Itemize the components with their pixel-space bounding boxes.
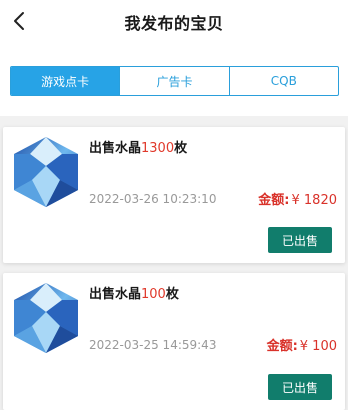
tab-ad-card[interactable]: 广告卡 [119, 67, 228, 95]
listing-card[interactable]: 出售水晶1300枚 2022-03-26 10:23:10 金额: ¥ 1820 … [3, 127, 345, 263]
tab-game-card[interactable]: 游戏点卡 [11, 67, 120, 95]
tab-cqb[interactable]: CQB [228, 67, 338, 95]
listing-date: 2022-03-25 14:59:43 [89, 338, 217, 352]
sold-status-button[interactable]: 已出售 [268, 374, 332, 400]
listing-card[interactable]: 出售水晶100枚 2022-03-25 14:59:43 金额: ¥ 100 已出… [3, 273, 345, 410]
crystal-image [14, 283, 78, 353]
chevron-left-icon [14, 12, 24, 30]
page-title: 我发布的宝贝 [124, 14, 224, 33]
crystal-image [14, 137, 78, 207]
top-bar: 我发布的宝贝 [0, 0, 348, 44]
listing-title: 出售水晶1300枚 [89, 141, 188, 156]
listing-amount: 金额: ¥ 100 [266, 339, 337, 354]
sold-status-button[interactable]: 已出售 [268, 227, 332, 253]
listing-title: 出售水晶100枚 [89, 287, 179, 302]
quantity-value: 100 [141, 287, 166, 302]
back-button[interactable] [4, 6, 34, 36]
listing-amount: 金额: ¥ 1820 [258, 193, 337, 208]
tab-bar-container: 游戏点卡 广告卡 CQB [0, 44, 348, 116]
category-tabs: 游戏点卡 广告卡 CQB [10, 66, 339, 96]
quantity-value: 1300 [141, 141, 175, 156]
listing-date: 2022-03-26 10:23:10 [89, 192, 217, 206]
